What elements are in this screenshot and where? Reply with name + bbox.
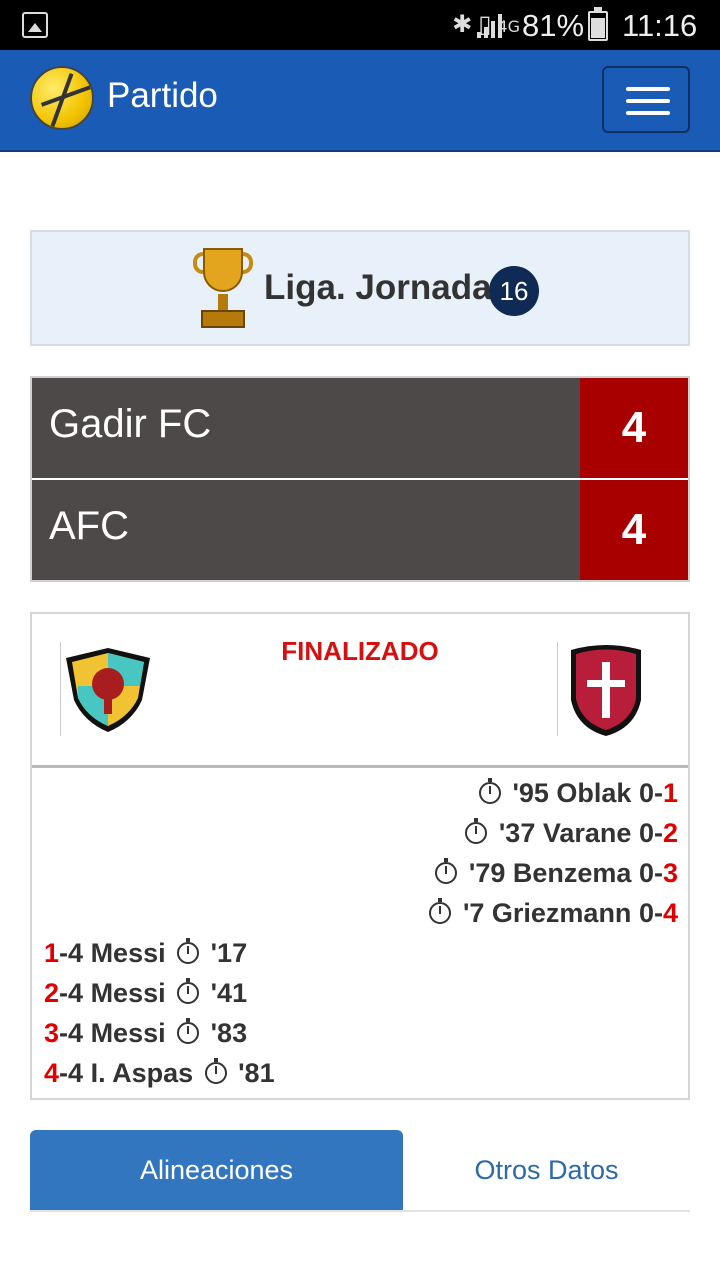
stopwatch-icon	[177, 1018, 200, 1044]
home-goal-event: 1-4 Messi '17	[44, 938, 248, 968]
stopwatch-icon	[435, 858, 458, 884]
tab-bar: Alineaciones Otros Datos	[30, 1130, 690, 1212]
football-logo-icon[interactable]	[30, 66, 94, 130]
hamburger-icon	[626, 99, 670, 103]
scoreboard: Gadir FC 4 AFC 4	[30, 376, 690, 582]
home-team-goals: 4	[580, 378, 688, 478]
stopwatch-icon	[177, 938, 200, 964]
battery-icon	[588, 7, 608, 41]
home-team-name: Gadir FC	[49, 402, 212, 446]
signal-icon	[477, 14, 505, 38]
away-team-row: AFC 4	[32, 480, 688, 580]
page-title: Partido	[107, 76, 218, 115]
away-goal-event: '95 Oblak 0-1	[475, 776, 678, 810]
status-bar: ✱▯4G 81% 11:16	[0, 0, 720, 50]
battery-percent: 81%	[522, 8, 585, 43]
home-goal-event: 3-4 Messi '83	[44, 1018, 248, 1048]
app-navbar: Partido	[0, 50, 720, 152]
tab-lineups[interactable]: Alineaciones	[30, 1130, 403, 1210]
round-badge: 16	[489, 266, 539, 316]
away-goal-event: '37 Varane 0-2	[461, 816, 678, 850]
trophy-icon	[193, 248, 253, 330]
stopwatch-icon	[478, 778, 501, 804]
tab-other-data[interactable]: Otros Datos	[403, 1130, 690, 1210]
home-goal-event: 2-4 Messi '41	[44, 978, 248, 1008]
match-header: FINALIZADO	[32, 614, 688, 768]
content-cutoff	[30, 1262, 290, 1280]
league-panel: Liga. Jornada 16	[30, 230, 690, 346]
league-label: Liga. Jornada	[264, 268, 492, 307]
away-goal-event: '7 Griezmann 0-4	[425, 896, 678, 930]
clock-time: 11:16	[622, 8, 698, 43]
away-team-name: AFC	[49, 504, 129, 548]
hamburger-icon	[626, 111, 670, 115]
stopwatch-icon	[204, 1058, 227, 1084]
stopwatch-icon	[465, 818, 488, 844]
match-panel: FINALIZADO '95 Oblak 0-1 '37 Varane 0-2 …	[30, 612, 690, 1100]
stopwatch-icon	[177, 978, 200, 1004]
stopwatch-icon	[429, 898, 452, 924]
away-goal-event: '79 Benzema 0-3	[431, 856, 678, 890]
gallery-icon	[22, 12, 48, 38]
home-goal-event: 4-4 I. Aspas '81	[44, 1058, 275, 1088]
menu-button[interactable]	[602, 66, 690, 133]
bluetooth-icon: ✱	[452, 10, 479, 38]
hamburger-icon	[626, 87, 670, 91]
away-team-crest-icon[interactable]	[565, 642, 647, 738]
away-team-goals: 4	[580, 480, 688, 580]
home-team-row: Gadir FC 4	[32, 378, 688, 478]
